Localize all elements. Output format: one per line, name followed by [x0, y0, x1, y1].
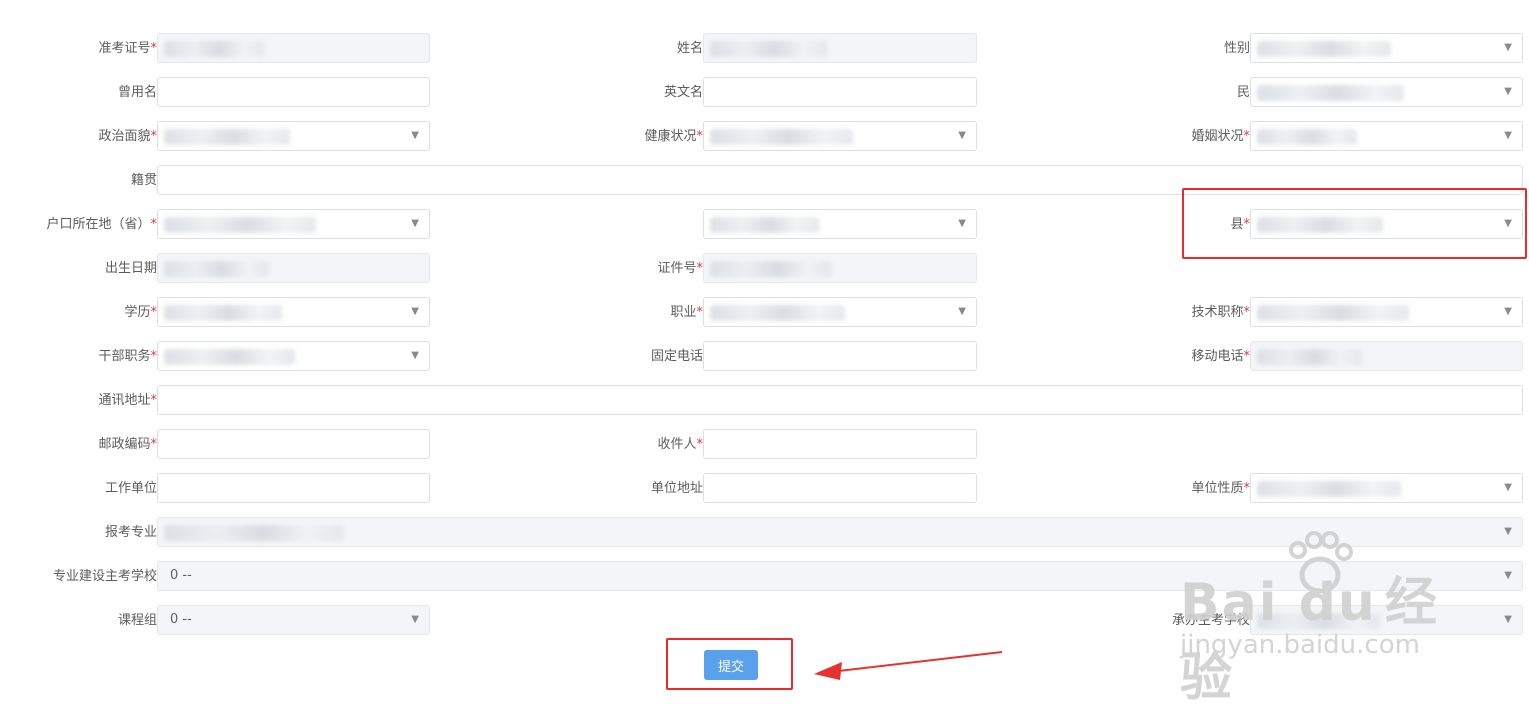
red-arrow-icon: [814, 651, 1003, 680]
